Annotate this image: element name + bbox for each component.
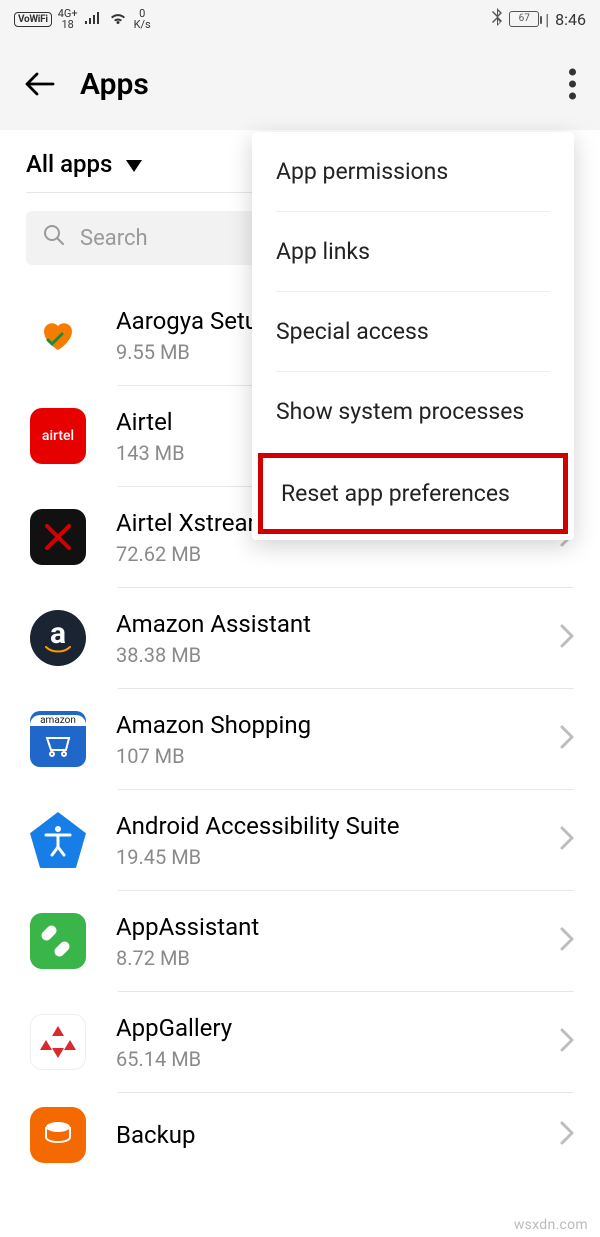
back-arrow-icon — [23, 67, 57, 101]
xstream-icon — [30, 509, 86, 565]
app-size: 72.62 MB — [116, 542, 560, 566]
highlight-box: Reset app preferences — [258, 453, 568, 534]
app-row[interactable]: AppAssistant 8.72 MB — [0, 891, 600, 991]
app-name: AppGallery — [116, 1013, 560, 1043]
app-row[interactable]: Android Accessibility Suite 19.45 MB — [0, 790, 600, 890]
backup-icon — [30, 1107, 86, 1163]
app-gallery-icon — [30, 1014, 86, 1070]
app-row[interactable]: amazon Amazon Shopping 107 MB — [0, 689, 600, 789]
app-row[interactable]: AppGallery 65.14 MB — [0, 992, 600, 1092]
status-bar: VoWiFi 4G+ 18 0 K/s 67 | 8:46 — [0, 0, 600, 38]
menu-item-show-system[interactable]: Show system processes — [252, 372, 574, 451]
app-size: 19.45 MB — [116, 845, 560, 869]
app-name: Amazon Shopping — [116, 710, 560, 740]
chevron-right-icon — [560, 725, 574, 753]
app-size: 65.14 MB — [116, 1047, 560, 1071]
app-size: 38.38 MB — [116, 643, 560, 667]
aarogya-icon — [30, 307, 86, 363]
amazon-assistant-icon: a — [30, 610, 86, 666]
wifi-icon — [108, 10, 128, 29]
airtel-icon: airtel — [30, 408, 86, 464]
chevron-right-icon — [560, 624, 574, 652]
app-name: Android Accessibility Suite — [116, 811, 560, 841]
chevron-right-icon — [560, 1121, 574, 1149]
app-name: Backup — [116, 1120, 560, 1150]
chevron-right-icon — [560, 1028, 574, 1056]
network-speed: 0 K/s — [134, 8, 151, 30]
chevron-right-icon — [560, 927, 574, 955]
app-name: AppAssistant — [116, 912, 560, 942]
network-icon: 4G+ 18 — [58, 8, 78, 30]
app-assistant-icon — [30, 913, 86, 969]
search-icon — [42, 223, 66, 253]
page-title: Apps — [80, 67, 149, 102]
battery-icon: 67 — [509, 11, 539, 27]
app-name: Amazon Assistant — [116, 609, 560, 639]
accessibility-icon — [30, 812, 86, 868]
amazon-shopping-icon: amazon — [30, 711, 86, 767]
menu-item-reset-app-preferences[interactable]: Reset app preferences — [263, 458, 563, 529]
filter-label: All apps — [26, 150, 112, 178]
menu-item-app-links[interactable]: App links — [252, 212, 574, 291]
app-row[interactable]: Backup — [0, 1093, 600, 1163]
app-header: Apps — [0, 38, 600, 130]
search-placeholder: Search — [80, 226, 148, 251]
overflow-menu: App permissions App links Special access… — [252, 132, 574, 540]
vowifi-icon: VoWiFi — [14, 12, 52, 27]
clock: 8:46 — [555, 10, 586, 29]
caret-down-icon — [126, 150, 142, 178]
dots-icon — [569, 69, 576, 76]
app-row[interactable]: a Amazon Assistant 38.38 MB — [0, 588, 600, 688]
more-menu-button[interactable] — [569, 69, 576, 100]
back-button[interactable] — [18, 62, 62, 106]
bluetooth-icon — [491, 8, 503, 30]
signal-icon — [84, 10, 102, 29]
menu-item-special-access[interactable]: Special access — [252, 292, 574, 371]
watermark: wsxdn.com — [514, 1217, 588, 1233]
menu-item-app-permissions[interactable]: App permissions — [252, 132, 574, 211]
chevron-right-icon — [560, 826, 574, 854]
app-size: 107 MB — [116, 744, 560, 768]
app-size: 8.72 MB — [116, 946, 560, 970]
